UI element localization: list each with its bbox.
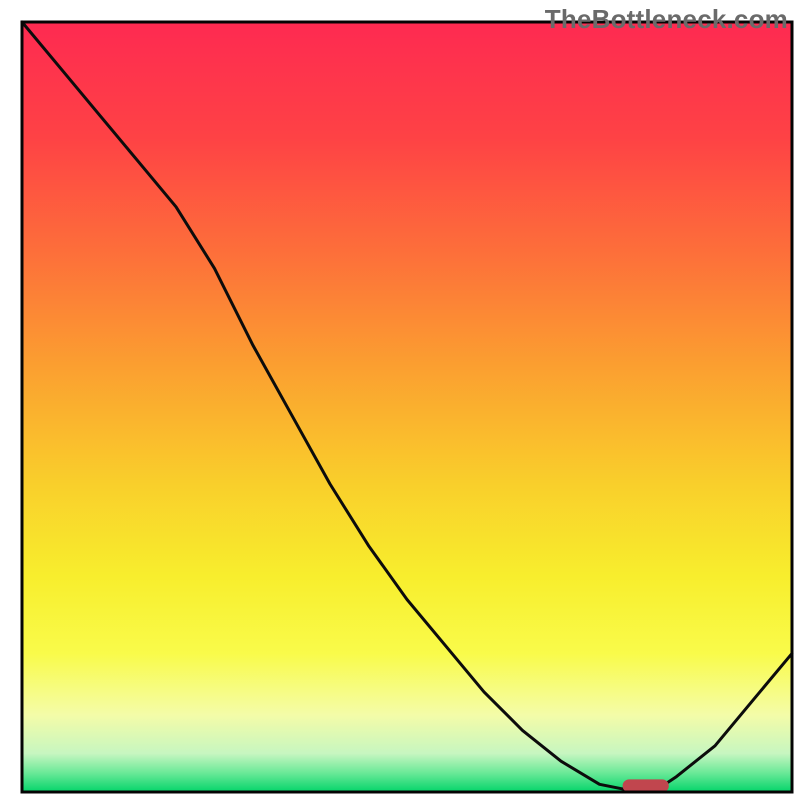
gradient-background (22, 22, 792, 792)
chart-svg (0, 0, 800, 800)
optimum-marker (623, 779, 669, 792)
bottleneck-chart: TheBottleneck.com (0, 0, 800, 800)
